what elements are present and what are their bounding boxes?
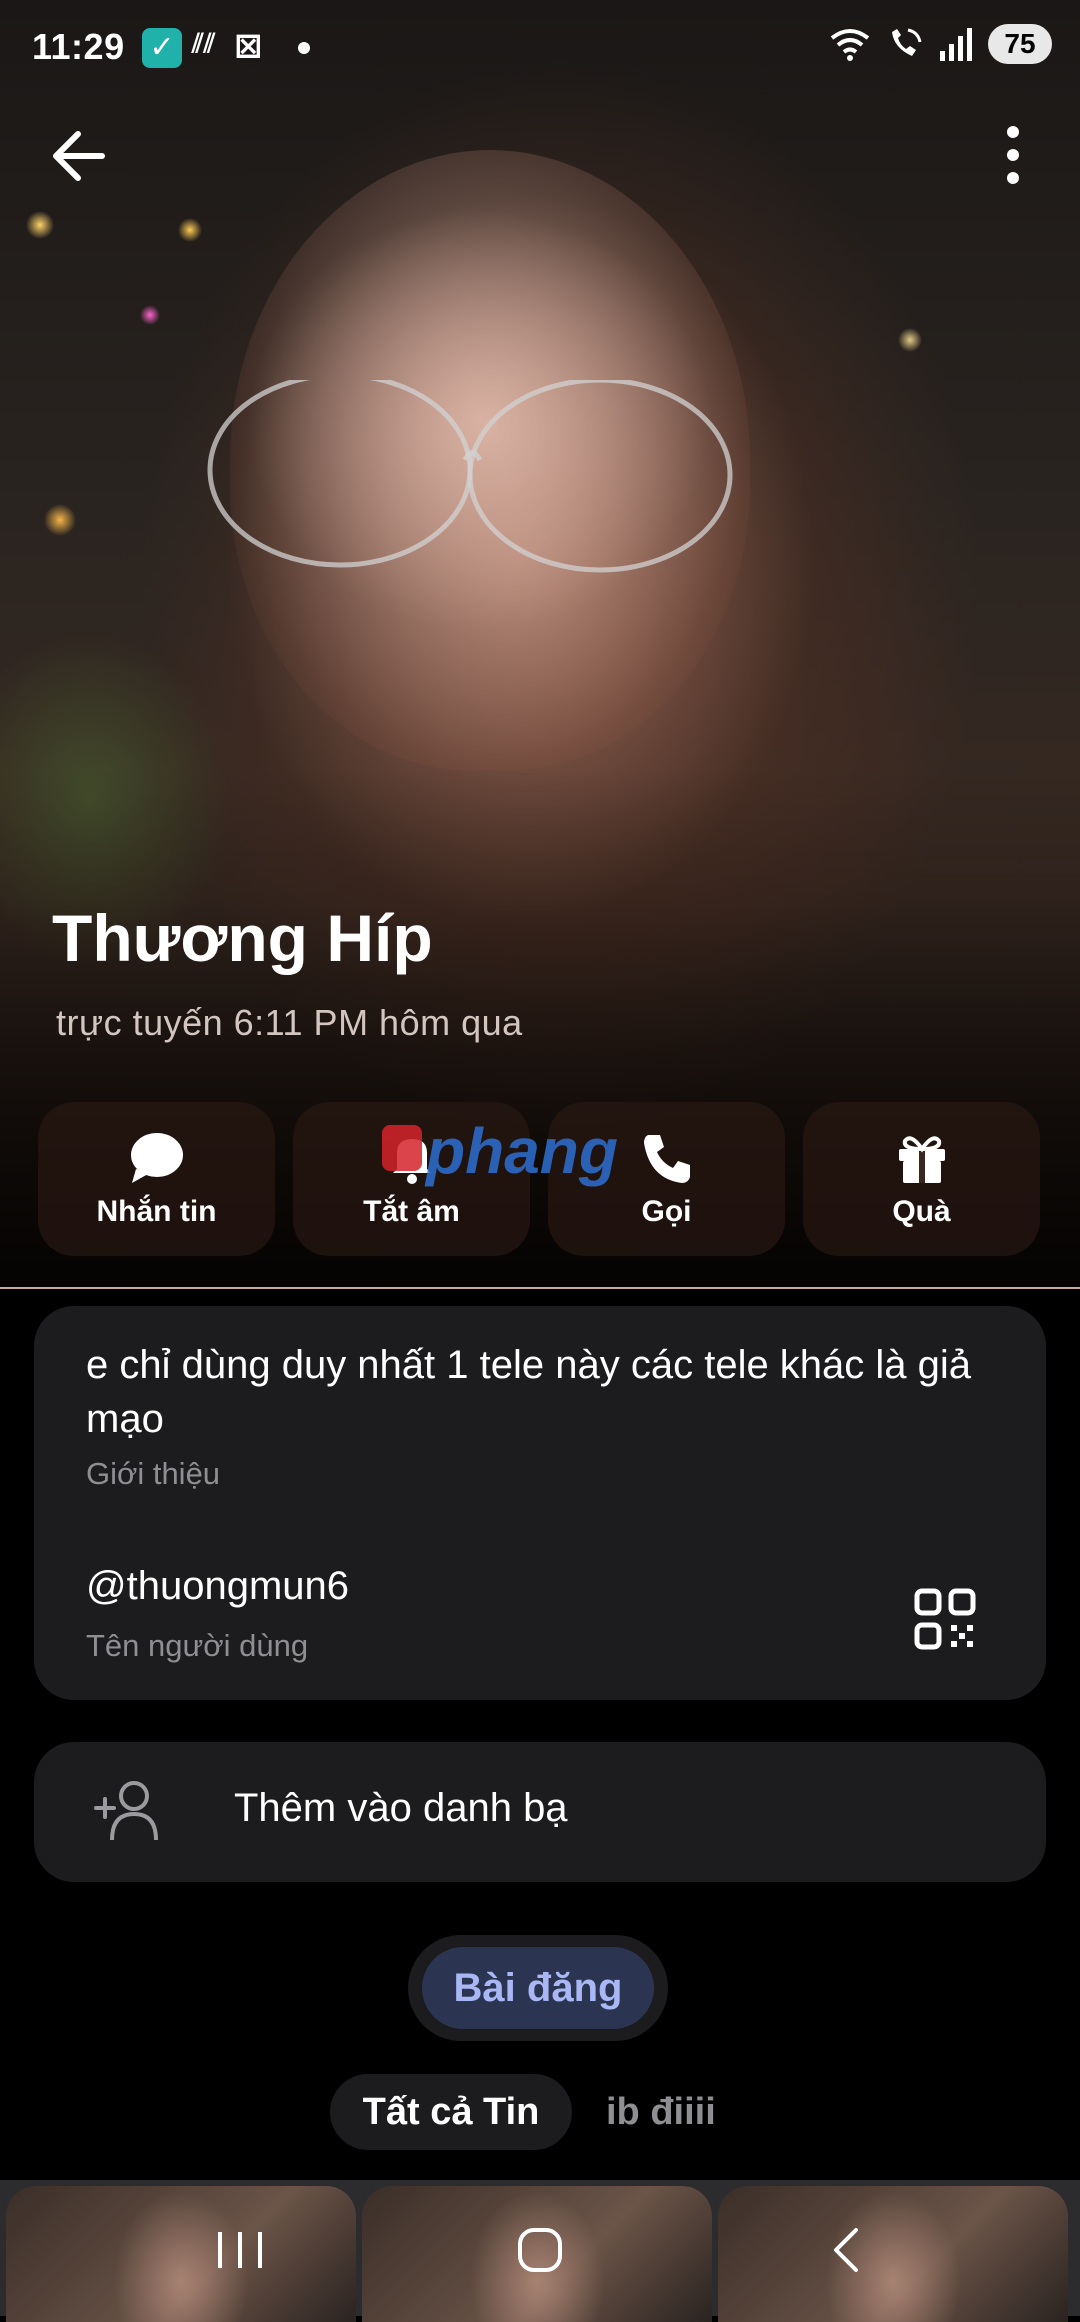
username-caption: Tên người dùng xyxy=(86,1628,309,1663)
profile-name: Thương Híp xyxy=(52,901,433,975)
more-options-icon[interactable] xyxy=(998,122,1028,188)
add-contact-button[interactable]: Thêm vào danh bạ xyxy=(34,1742,1046,1882)
posts-tab[interactable]: Bài đăng xyxy=(422,1947,654,2029)
message-icon xyxy=(130,1133,183,1183)
add-person-icon xyxy=(94,1781,158,1841)
qr-code-icon[interactable] xyxy=(914,1588,976,1650)
glasses-shape xyxy=(207,380,733,573)
tab-ib-album[interactable]: ib điiii xyxy=(606,2074,716,2150)
battery-indicator: 75 xyxy=(988,24,1052,64)
bio-caption: Giới thiệu xyxy=(86,1456,221,1491)
posts-segment: Bài đăng xyxy=(408,1935,668,2041)
hero-divider xyxy=(0,1287,1080,1289)
gift-button[interactable]: Quà xyxy=(803,1102,1040,1256)
recent-apps-icon[interactable] xyxy=(210,2220,270,2280)
back-arrow-icon[interactable] xyxy=(48,126,108,186)
message-button[interactable]: Nhắn tin xyxy=(38,1102,275,1256)
signal-icon xyxy=(940,28,972,61)
wifi-call-icon xyxy=(892,28,922,56)
signal-slash-icon: ⫽⫽ xyxy=(192,28,216,58)
tab-all-stories[interactable]: Tất cả Tin xyxy=(330,2074,572,2150)
watermark-logo: phang xyxy=(382,1115,618,1187)
message-button-label: Nhắn tin xyxy=(96,1195,217,1228)
wifi-icon xyxy=(830,29,870,61)
notification-dot-icon xyxy=(298,42,310,54)
system-nav-bar xyxy=(0,2180,1080,2316)
status-bar: 11:29 ✓ ⫽⫽ ⊠ 75 xyxy=(0,0,1080,96)
profile-info-card: e chỉ dùng duy nhất 1 tele này các tele … xyxy=(34,1306,1046,1700)
capcut-icon: ⊠ xyxy=(234,27,263,65)
profile-photo[interactable] xyxy=(0,0,1080,1288)
add-contact-label: Thêm vào danh bạ xyxy=(234,1786,568,1830)
bio-text[interactable]: e chỉ dùng duy nhất 1 tele này các tele … xyxy=(86,1338,1016,1446)
mute-button-label: Tắt âm xyxy=(363,1195,460,1228)
check-app-icon: ✓ xyxy=(142,28,182,68)
watermark-text: phang xyxy=(424,1115,618,1187)
username-text[interactable]: @thuongmun6 xyxy=(86,1564,349,1609)
last-seen-status: trực tuyến 6:11 PM hôm qua xyxy=(56,1002,523,1043)
nav-back-icon[interactable] xyxy=(816,2220,876,2280)
gift-icon xyxy=(898,1136,945,1183)
status-time: 11:29 xyxy=(32,26,125,67)
gift-button-label: Quà xyxy=(892,1195,951,1228)
status-right-group: 75 xyxy=(828,24,1052,64)
home-icon[interactable] xyxy=(510,2220,570,2280)
call-button-label: Gọi xyxy=(641,1195,692,1228)
